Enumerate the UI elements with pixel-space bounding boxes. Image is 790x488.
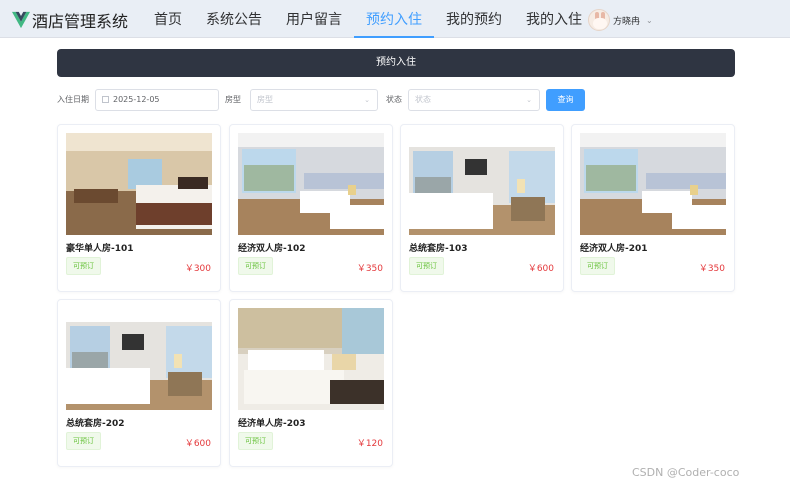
room-type-placeholder: 房型 [257,95,273,104]
app-title: 酒店管理系统 [32,12,129,31]
status-placeholder: 状态 [415,95,431,104]
main-nav: 首页 系统公告 用户留言 预约入住 我的预约 我的入住 [142,0,594,38]
nav-messages[interactable]: 用户留言 [274,0,354,38]
room-image [66,308,212,410]
room-price: ￥350 [356,264,383,274]
user-menu[interactable]: 方晓冉 ⌄ [588,8,653,32]
room-photo [409,133,555,235]
room-price: ￥600 [527,264,554,274]
nav-my-bookings[interactable]: 我的预约 [434,0,514,38]
status-badge: 可预订 [580,257,615,275]
room-price: ￥350 [698,264,725,274]
status-badge: 可预订 [238,257,273,275]
room-name: 豪华单人房-101 [66,244,134,254]
room-name: 总统套房-202 [66,419,125,429]
room-card[interactable]: 经济双人房-102 可预订 ￥350 [229,124,393,292]
page-banner: 预约入住 [57,49,735,77]
room-card[interactable]: 经济单人房-203 可预订 ￥120 [229,299,393,467]
filter-bar: 入住日期 2025-12-05 房型 房型 ⌄ 状态 状态 ⌄ 查询 [57,89,747,111]
room-image [409,133,555,235]
room-card[interactable]: 总统套房-103 可预订 ￥600 [400,124,564,292]
room-name: 经济单人房-203 [238,419,306,429]
room-image [580,133,726,235]
chevron-down-icon: ⌄ [364,96,370,104]
status-label: 状态 [386,95,402,104]
checkin-date-label: 入住日期 [57,95,89,104]
checkin-date-picker[interactable]: 2025-12-05 [95,89,219,111]
nav-booking[interactable]: 预约入住 [354,0,434,38]
room-image [238,133,384,235]
search-button[interactable]: 查询 [546,89,585,111]
calendar-icon [102,96,109,103]
watermark: CSDN @Coder-coco [632,466,740,479]
room-name: 总统套房-103 [409,244,468,254]
nav-announcements[interactable]: 系统公告 [194,0,274,38]
status-badge: 可预订 [238,432,273,450]
room-name: 经济双人房-201 [580,244,648,254]
room-photo [238,133,384,235]
room-card[interactable]: 豪华单人房-101 可预订 ￥300 [57,124,221,292]
room-photo [580,133,726,235]
chevron-down-icon: ⌄ [646,15,653,25]
room-photo [66,308,212,410]
nav-home[interactable]: 首页 [142,0,194,38]
top-navbar: 酒店管理系统 首页 系统公告 用户留言 预约入住 我的预约 我的入住 方晓冉 ⌄ [0,0,790,38]
room-type-select[interactable]: 房型 ⌄ [250,89,378,111]
vue-logo-icon [12,11,30,29]
status-badge: 可预订 [66,257,101,275]
room-card[interactable]: 总统套房-202 可预订 ￥600 [57,299,221,467]
nav-my-stays[interactable]: 我的入住 [514,0,594,38]
app-logo[interactable]: 酒店管理系统 [12,8,128,32]
room-price: ￥300 [184,264,211,274]
status-badge: 可预订 [66,432,101,450]
checkin-date-value: 2025-12-05 [113,95,160,104]
room-type-label: 房型 [225,95,241,104]
avatar [588,9,610,31]
room-photo [66,133,212,235]
room-image [66,133,212,235]
status-badge: 可预订 [409,257,444,275]
chevron-down-icon: ⌄ [526,96,532,104]
room-photo [238,308,384,410]
room-price: ￥120 [356,439,383,449]
room-card[interactable]: 经济双人房-201 可预订 ￥350 [571,124,735,292]
room-image [238,308,384,410]
room-price: ￥600 [184,439,211,449]
status-select[interactable]: 状态 ⌄ [408,89,540,111]
user-name: 方晓冉 [613,16,641,27]
room-name: 经济双人房-102 [238,244,306,254]
